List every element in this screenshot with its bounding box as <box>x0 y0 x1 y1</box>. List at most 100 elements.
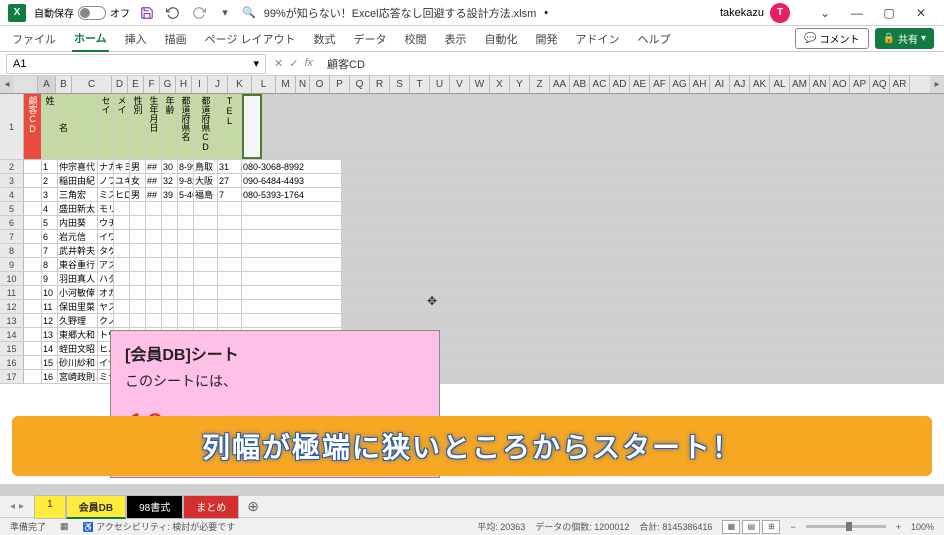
cell[interactable]: アズ <box>98 258 114 271</box>
cell[interactable]: 保田里菜 <box>58 300 98 313</box>
cell[interactable] <box>194 314 218 327</box>
column-header-Q[interactable]: Q <box>350 76 370 93</box>
row-header[interactable]: 3 <box>0 174 24 187</box>
cell[interactable]: 080-5393-1764 <box>242 188 342 201</box>
cell[interactable] <box>242 230 342 243</box>
cell[interactable]: 8-99 <box>178 160 194 173</box>
cell[interactable]: 1 <box>42 160 58 173</box>
cell[interactable]: 8 <box>42 258 58 271</box>
column-header-B[interactable]: B <box>56 76 72 93</box>
column-header-K[interactable]: K <box>228 76 252 93</box>
tab-draw[interactable]: 描画 <box>163 27 189 51</box>
cell[interactable] <box>194 244 218 257</box>
column-header-W[interactable]: W <box>470 76 490 93</box>
column-header-D[interactable]: D <box>112 76 128 93</box>
column-header-AN[interactable]: AN <box>810 76 830 93</box>
cell[interactable] <box>218 300 242 313</box>
column-header-U[interactable]: U <box>430 76 450 93</box>
cell[interactable] <box>178 230 194 243</box>
column-header-G[interactable]: G <box>160 76 176 93</box>
undo-icon[interactable] <box>164 4 182 22</box>
tab-page-layout[interactable]: ページ レイアウト <box>203 27 298 51</box>
cell[interactable]: 東谷重行 <box>58 258 98 271</box>
column-header-X[interactable]: X <box>490 76 510 93</box>
cell[interactable]: 14 <box>42 342 58 355</box>
cell[interactable] <box>162 286 178 299</box>
cell[interactable]: 11 <box>42 300 58 313</box>
cell[interactable]: 3 <box>42 188 58 201</box>
cell[interactable] <box>242 272 342 285</box>
cell[interactable] <box>218 244 242 257</box>
row-header[interactable]: 10 <box>0 272 24 285</box>
cell[interactable] <box>130 300 146 313</box>
col-header-customer-cd[interactable]: 顧客CD <box>24 94 42 159</box>
column-header-AB[interactable]: AB <box>570 76 590 93</box>
column-header-AD[interactable]: AD <box>610 76 630 93</box>
cell[interactable] <box>24 202 42 215</box>
formula-input[interactable]: 顧客CD <box>321 56 944 72</box>
cell[interactable] <box>194 272 218 285</box>
cell[interactable] <box>242 244 342 257</box>
cell[interactable] <box>218 230 242 243</box>
zoom-out-icon[interactable]: − <box>790 522 795 532</box>
cell[interactable] <box>130 202 146 215</box>
cell[interactable]: 宮崎政則 <box>58 370 98 383</box>
cell[interactable]: 10 <box>42 286 58 299</box>
qat-dropdown-icon[interactable]: ▾ <box>216 4 234 22</box>
cell[interactable] <box>218 258 242 271</box>
row-header[interactable]: 14 <box>0 328 24 341</box>
column-header-AR[interactable]: AR <box>890 76 910 93</box>
col-header-sei[interactable]: セイ <box>98 94 114 159</box>
column-header-M[interactable]: M <box>276 76 296 93</box>
column-header-Y[interactable]: Y <box>510 76 530 93</box>
column-header-R[interactable]: R <box>370 76 390 93</box>
name-box-dropdown-icon[interactable]: ▾ <box>253 57 259 70</box>
cell[interactable]: 男 <box>130 188 146 201</box>
column-header-V[interactable]: V <box>450 76 470 93</box>
cell[interactable] <box>130 230 146 243</box>
cell[interactable] <box>162 314 178 327</box>
cell[interactable]: 鳥取 <box>194 160 218 173</box>
column-header-AE[interactable]: AE <box>630 76 650 93</box>
cell[interactable] <box>114 258 130 271</box>
column-header-AG[interactable]: AG <box>670 76 690 93</box>
toggle-switch-icon[interactable] <box>78 6 106 20</box>
cell[interactable]: 13 <box>42 328 58 341</box>
cell[interactable] <box>218 286 242 299</box>
cell[interactable] <box>114 244 130 257</box>
zoom-slider[interactable] <box>806 525 886 528</box>
col-header-empty[interactable] <box>242 94 262 159</box>
sheet-tab-98書式[interactable]: 98書式 <box>126 495 183 519</box>
tab-insert[interactable]: 挿入 <box>123 27 149 51</box>
cell[interactable]: モリ <box>98 202 114 215</box>
cell[interactable] <box>24 342 42 355</box>
cell[interactable]: 5 <box>42 216 58 229</box>
fx-icon[interactable]: fx <box>304 57 313 70</box>
row-header[interactable]: 15 <box>0 342 24 355</box>
tab-home[interactable]: ホーム <box>72 26 109 52</box>
tab-automate[interactable]: 自動化 <box>483 27 520 51</box>
column-header-AC[interactable]: AC <box>590 76 610 93</box>
cell[interactable]: 三角宏 <box>58 188 98 201</box>
column-header-AA[interactable]: AA <box>550 76 570 93</box>
col-header-age[interactable]: 年齢 <box>162 94 178 159</box>
column-header-AH[interactable]: AH <box>690 76 710 93</box>
column-header-AJ[interactable]: AJ <box>730 76 750 93</box>
cell[interactable] <box>194 202 218 215</box>
cell[interactable] <box>130 258 146 271</box>
cell[interactable] <box>24 356 42 369</box>
cell[interactable]: ## <box>146 160 162 173</box>
accessibility-status[interactable]: ♿ アクセシビリティ: 検討が必要です <box>83 520 236 533</box>
cell[interactable]: ## <box>146 174 162 187</box>
cell[interactable]: 岩元信 <box>58 230 98 243</box>
column-header-C[interactable]: C <box>72 76 112 93</box>
column-header-S[interactable]: S <box>390 76 410 93</box>
cell[interactable]: 女 <box>130 174 146 187</box>
cell[interactable]: 小河敏倖 <box>58 286 98 299</box>
cell[interactable]: 12 <box>42 314 58 327</box>
cell[interactable]: 武井幹夫 <box>58 244 98 257</box>
tab-developer[interactable]: 開発 <box>534 27 560 51</box>
cell[interactable]: 稲田由紀 <box>58 174 98 187</box>
cell[interactable]: オガ <box>98 286 114 299</box>
cell[interactable]: 久野理 <box>58 314 98 327</box>
